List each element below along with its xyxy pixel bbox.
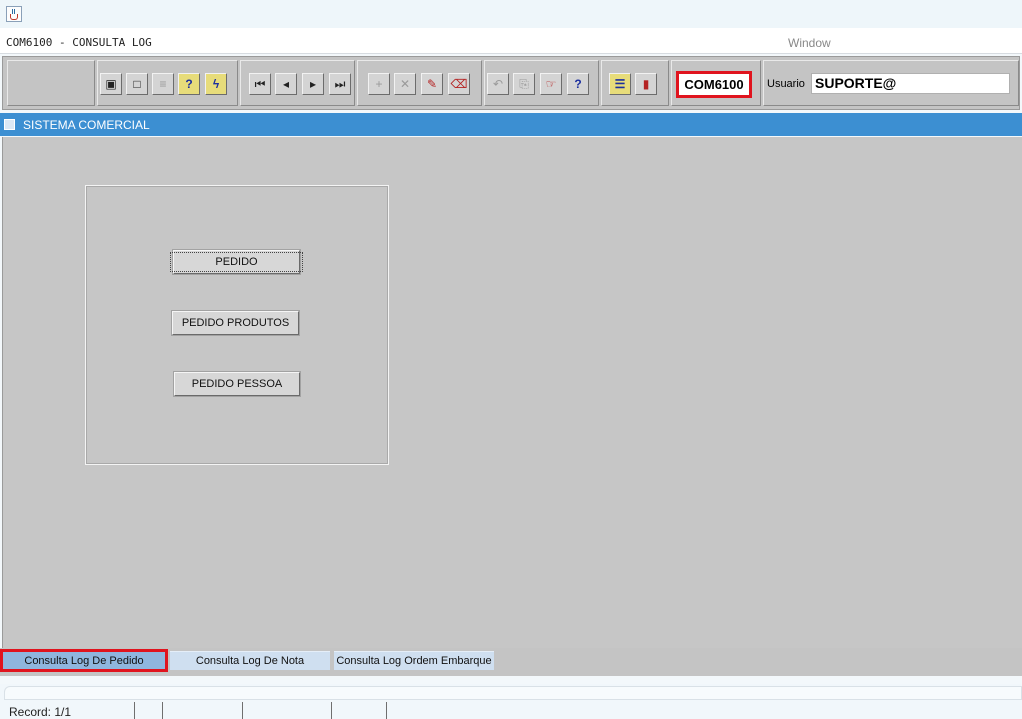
window-title-bar: SISTEMA COMERCIAL	[0, 113, 1022, 136]
undo-icon[interactable]: ↶	[487, 73, 509, 95]
status-divider	[386, 702, 387, 719]
status-divider	[162, 702, 163, 719]
status-bar: Record: 1/1	[0, 684, 1022, 719]
last-record-icon[interactable]: ⏭	[329, 73, 351, 95]
insert-icon[interactable]: +	[368, 73, 390, 95]
status-divider	[242, 702, 243, 719]
window-icon[interactable]	[4, 119, 15, 130]
status-divider	[134, 702, 135, 719]
execute-query-icon[interactable]: ϟ	[205, 73, 227, 95]
eraser-icon[interactable]: ⌫	[448, 73, 470, 95]
message-line	[4, 686, 1022, 700]
user-field[interactable]: SUPORTE@	[811, 73, 1010, 94]
previous-record-icon[interactable]: ◂	[275, 73, 297, 95]
edit-icon[interactable]: ✎	[421, 73, 443, 95]
menu-bar: COM6100 - CONSULTA LOG Window	[0, 28, 1022, 54]
query-icon[interactable]: ?	[178, 73, 200, 95]
window-menu[interactable]: Window	[788, 36, 831, 50]
tab-consulta-log-de-pedido[interactable]: Consulta Log De Pedido	[0, 649, 168, 672]
window-title: SISTEMA COMERCIAL	[23, 118, 150, 132]
floppy-icon[interactable]: ▣	[100, 73, 122, 95]
exit-door-icon[interactable]: ▮	[635, 73, 657, 95]
user-label: Usuario	[767, 78, 805, 90]
delete-icon[interactable]: ✕	[394, 73, 416, 95]
menu-icon[interactable]: ☰	[609, 73, 631, 95]
app-topbar	[0, 0, 1022, 28]
first-record-icon[interactable]: ⏮	[249, 73, 271, 95]
java-icon	[6, 6, 22, 22]
tab-consulta-log-de-nota[interactable]: Consulta Log De Nota	[170, 651, 330, 670]
next-record-icon[interactable]: ▸	[302, 73, 324, 95]
clipboard-icon[interactable]: ⎘	[513, 73, 535, 95]
pedido-pessoa-button[interactable]: PEDIDO PESSOA	[174, 372, 300, 396]
form-title: COM6100 - CONSULTA LOG	[6, 36, 152, 49]
pedido-produtos-button[interactable]: PEDIDO PRODUTOS	[172, 311, 299, 335]
printer-icon[interactable]: ≡	[152, 73, 174, 95]
module-code: COM6100	[676, 71, 752, 98]
pedido-button-label: PEDIDO	[170, 252, 303, 272]
tab-strip: Consulta Log De Pedido Consulta Log De N…	[0, 648, 1022, 676]
pointing-hand-icon[interactable]: ☞	[540, 73, 562, 95]
status-divider	[331, 702, 332, 719]
tab-consulta-log-ordem-embarque[interactable]: Consulta Log Ordem Embarque	[334, 651, 494, 670]
record-indicator: Record: 1/1	[9, 705, 72, 719]
monitor-icon[interactable]: □	[126, 73, 148, 95]
pedido-button[interactable]: PEDIDO	[170, 250, 303, 274]
help-icon[interactable]: ?	[567, 73, 589, 95]
toolbar-spacer-panel	[7, 60, 95, 106]
